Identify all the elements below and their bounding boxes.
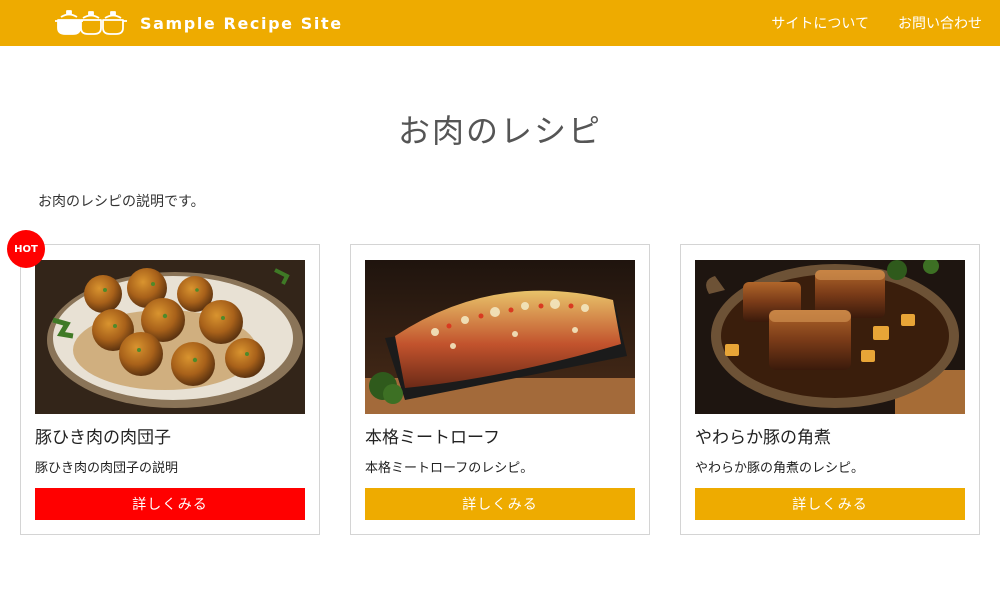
site-name: Sample Recipe Site: [140, 13, 343, 33]
card-text: 豚ひき肉の肉団子の説明: [35, 461, 179, 476]
recipe-card-braised-pork: やわらか豚の角煮 やわらか豚の角煮のレシピ。 詳しくみる: [680, 244, 980, 535]
details-button[interactable]: 詳しくみる: [365, 488, 635, 520]
site-header: Sample Recipe Site サイトについて お問い合わせ: [0, 0, 1000, 46]
details-button[interactable]: 詳しくみる: [35, 488, 305, 520]
meatballs-image[interactable]: [35, 260, 305, 414]
card-title: やわらか豚の角煮: [695, 428, 831, 448]
meatloaf-image[interactable]: [365, 260, 635, 414]
details-button[interactable]: 詳しくみる: [695, 488, 965, 520]
page-title: お肉のレシピ: [397, 112, 602, 150]
page-description: お肉のレシピの説明です。: [38, 194, 205, 210]
card-title: 本格ミートローフ: [365, 428, 500, 448]
braised-pork-image[interactable]: [695, 260, 965, 414]
site-logo[interactable]: Sample Recipe Site: [54, 8, 343, 38]
card-text: やわらか豚の角煮のレシピ。: [695, 461, 865, 476]
hot-badge: HOT: [7, 230, 45, 268]
nav-link-contact[interactable]: お問い合わせ: [898, 13, 982, 33]
card-text: 本格ミートローフのレシピ。: [365, 461, 534, 476]
recipe-card-meatballs: 豚ひき肉の肉団子 豚ひき肉の肉団子の説明 詳しくみる: [20, 244, 320, 535]
nav-link-about[interactable]: サイトについて: [771, 13, 869, 33]
header-nav: サイトについて お問い合わせ: [742, 0, 982, 46]
recipe-card-meatloaf: 本格ミートローフ 本格ミートローフのレシピ。 詳しくみる: [350, 244, 650, 535]
card-title: 豚ひき肉の肉団子: [35, 428, 171, 448]
pots-icon: [54, 9, 128, 37]
